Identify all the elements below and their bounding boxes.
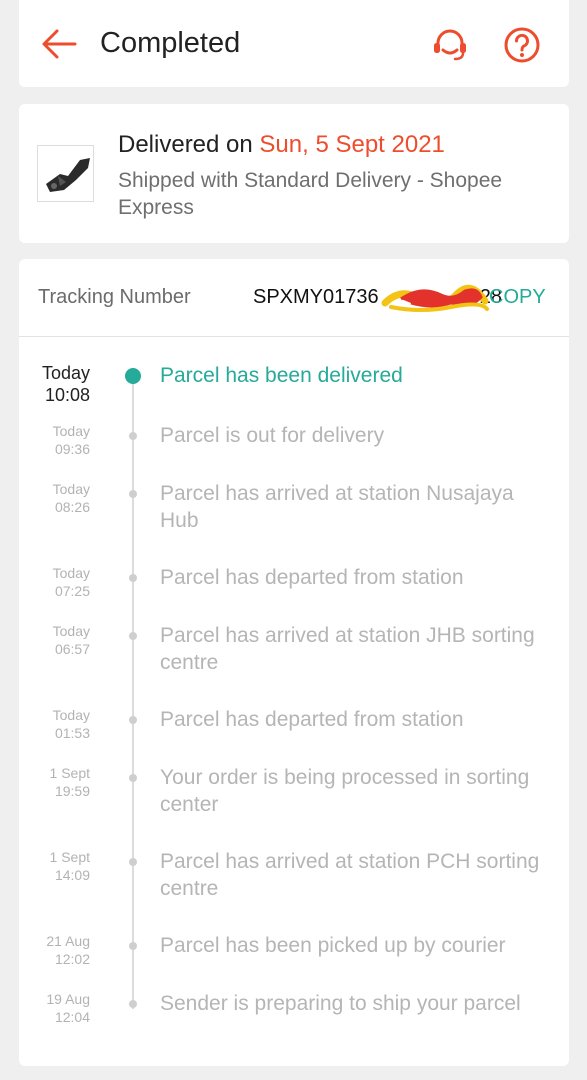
event-time: 01:53 <box>54 725 90 741</box>
product-thumbnail[interactable] <box>37 145 94 202</box>
event-day: Today <box>52 423 90 439</box>
delivered-status: Delivered on Sun, 5 Sept 2021 <box>118 131 445 159</box>
copy-button[interactable]: COPY <box>489 286 546 309</box>
shipping-method: Shipped with Standard Delivery - Shopee … <box>118 169 503 219</box>
headset-icon[interactable] <box>431 26 469 64</box>
event-time: 14:09 <box>54 867 90 883</box>
event-description: Parcel has arrived at station Nusajaya H… <box>160 482 514 532</box>
event-day: Today <box>52 565 90 581</box>
event-timestamp: Today 10:08 <box>19 362 90 406</box>
event-time: 10:08 <box>44 385 90 405</box>
page-title: Completed <box>100 27 241 59</box>
event-timestamp: 21 Aug 12:02 <box>19 932 90 968</box>
event-time: 12:02 <box>54 951 90 967</box>
event-day: 1 Sept <box>49 849 90 865</box>
timeline-dot <box>129 942 137 950</box>
event-timestamp: Today 01:53 <box>19 706 90 742</box>
event-timestamp: Today 09:36 <box>19 422 90 458</box>
event-day: Today <box>41 363 90 383</box>
timeline-dot <box>129 774 137 782</box>
event-time: 07:25 <box>54 583 90 599</box>
event-description: Parcel has arrived at station PCH sortin… <box>160 850 540 900</box>
event-day: Today <box>52 481 90 497</box>
timeline-dot <box>129 716 137 724</box>
event-day: Today <box>52 707 90 723</box>
event-time: 06:57 <box>54 641 90 657</box>
event-timestamp: Today 06:57 <box>19 622 90 658</box>
event-description: Parcel has been delivered <box>160 364 403 387</box>
event-day: 1 Sept <box>49 765 90 781</box>
tracking-number-row: Tracking Number SPXMY01736 028 COPY <box>19 259 569 337</box>
redaction-scribble <box>381 284 489 312</box>
event-timestamp: Today 08:26 <box>19 480 90 516</box>
timeline-dot <box>129 574 137 582</box>
timeline-dot <box>129 490 137 498</box>
back-arrow-icon[interactable] <box>41 28 77 60</box>
timeline-dot-active <box>125 368 141 384</box>
event-description: Sender is preparing to ship your parcel <box>160 992 521 1015</box>
delivered-date: Sun, 5 Sept 2021 <box>259 131 445 158</box>
event-description: Parcel is out for delivery <box>160 424 385 447</box>
tracking-card: Tracking Number SPXMY01736 028 COPY Today… <box>19 259 569 1066</box>
event-time: 08:26 <box>54 499 90 515</box>
timeline-dot <box>129 632 137 640</box>
event-timestamp: 19 Aug 12:04 <box>19 990 90 1026</box>
event-description: Parcel has departed from station <box>160 708 464 731</box>
delivered-prefix: Delivered on <box>118 131 260 158</box>
timeline-dot <box>129 858 137 866</box>
event-timestamp: Today 07:25 <box>19 564 90 600</box>
timeline-line <box>132 379 134 1009</box>
timeline-dot <box>129 1000 137 1008</box>
event-description: Parcel has arrived at station JHB sortin… <box>160 624 535 674</box>
event-timestamp: 1 Sept 19:59 <box>19 764 90 800</box>
event-time: 12:04 <box>54 1009 90 1025</box>
product-image-icon <box>46 158 90 192</box>
tracking-number-label: Tracking Number <box>38 286 191 308</box>
event-description: Parcel has departed from station <box>160 566 464 589</box>
delivery-summary-card[interactable]: Delivered on Sun, 5 Sept 2021 Shipped wi… <box>19 104 569 243</box>
tracking-number-prefix: SPXMY01736 <box>253 286 379 308</box>
timeline-dot <box>129 432 137 440</box>
event-timestamp: 1 Sept 14:09 <box>19 848 90 884</box>
event-description: Parcel has been picked up by courier <box>160 934 506 957</box>
question-mark-icon[interactable] <box>503 26 541 64</box>
top-bar: Completed <box>19 0 569 87</box>
event-time: 19:59 <box>54 783 90 799</box>
event-day: 19 Aug <box>46 991 90 1007</box>
event-day: 21 Aug <box>46 933 90 949</box>
event-day: Today <box>52 623 90 639</box>
event-time: 09:36 <box>54 441 90 457</box>
event-description: Your order is being processed in sorting… <box>160 766 530 816</box>
